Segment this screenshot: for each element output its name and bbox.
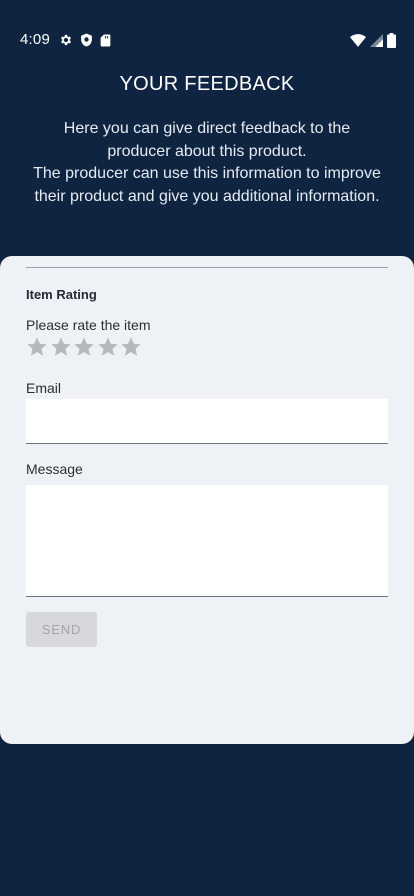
message-field[interactable] [26,485,388,597]
intro-line-2: The producer can use this information to… [33,165,381,205]
shield-icon [80,33,93,47]
star-1-icon[interactable] [26,336,49,358]
send-button[interactable]: SEND [26,612,97,647]
star-3-icon[interactable] [73,336,96,358]
feedback-card: Item Rating Please rate the item Email M… [0,256,414,744]
wifi-icon [350,33,366,47]
star-4-icon[interactable] [97,336,120,358]
feedback-screen: 4:09 YOUR FEEDBACK Here you can give dir… [0,0,414,896]
email-label: Email [26,380,62,396]
divider [26,267,388,268]
status-time: 4:09 [20,31,50,48]
signal-icon [370,33,383,47]
star-2-icon[interactable] [50,336,73,358]
intro-line-1: Here you can give direct feedback to the… [63,120,351,160]
battery-icon [387,32,396,48]
gear-icon [59,33,73,47]
page-title: YOUR FEEDBACK [119,73,295,95]
status-icons-left [59,31,111,49]
message-label: Message [26,461,83,477]
section-title: Item Rating [26,287,97,302]
star-rating [26,336,143,358]
star-5-icon[interactable] [120,336,143,358]
status-bar: 4:09 [0,0,414,80]
email-field[interactable] [26,399,388,444]
rating-label: Please rate the item [26,317,151,333]
header: YOUR FEEDBACK Here you can give direct f… [0,70,414,208]
intro-text: Here you can give direct feedback to the… [32,118,382,208]
sd-card-icon [100,34,111,47]
status-icons-right [350,31,396,49]
